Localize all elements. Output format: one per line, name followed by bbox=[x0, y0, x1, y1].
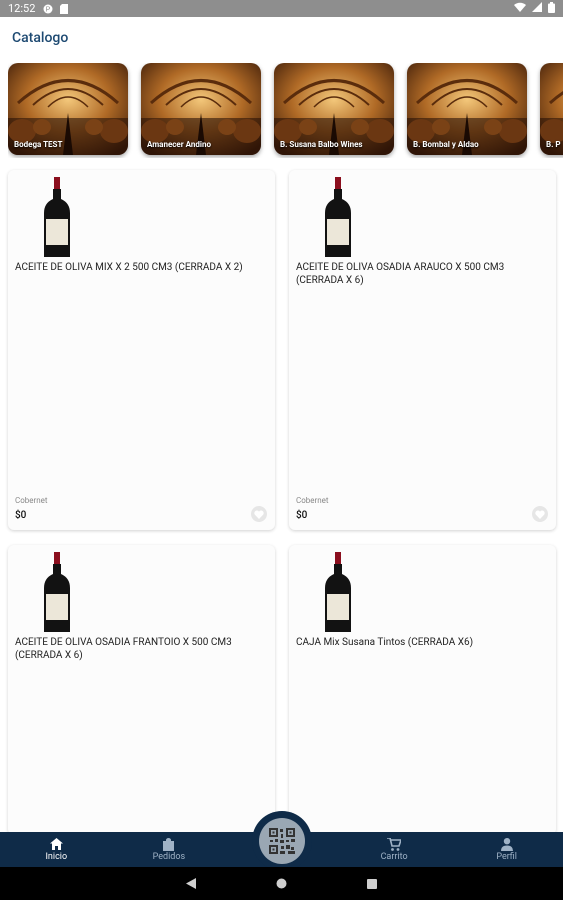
nav-item-perfil[interactable]: Perfil bbox=[450, 832, 563, 867]
qr-scan-button-wrap bbox=[252, 811, 312, 871]
home-circle-icon[interactable] bbox=[276, 874, 287, 893]
wine-bottle-image bbox=[325, 177, 351, 257]
nav-label: Perfil bbox=[496, 852, 517, 862]
favorite-heart-icon[interactable] bbox=[251, 506, 267, 522]
home-icon bbox=[49, 837, 63, 851]
product-card[interactable]: ACEITE DE OLIVA OSADIA FRANTOIO X 500 CM… bbox=[8, 545, 275, 835]
category-label: Amanecer Andino bbox=[147, 140, 212, 149]
product-price: $0 bbox=[296, 510, 308, 521]
qr-code-icon bbox=[269, 828, 295, 854]
favorite-heart-icon[interactable] bbox=[532, 506, 548, 522]
product-card[interactable]: CAJA Mix Susana Tintos (CERRADA X6) bbox=[289, 545, 556, 835]
category-card[interactable]: B. P bbox=[540, 63, 563, 155]
nav-item-carrito[interactable]: Carrito bbox=[338, 832, 451, 867]
category-label: Bodega TEST bbox=[14, 140, 63, 149]
system-navigation-bar bbox=[0, 867, 563, 900]
bag-icon bbox=[163, 837, 175, 851]
sd-card-icon bbox=[59, 3, 69, 14]
nav-label: Carrito bbox=[380, 852, 408, 862]
person-icon bbox=[500, 837, 513, 851]
wifi-icon bbox=[514, 2, 526, 15]
signal-icon bbox=[532, 2, 542, 15]
nav-item-pedidos[interactable]: Pedidos bbox=[113, 832, 226, 867]
category-label: B. Susana Balbo Wines bbox=[280, 140, 363, 149]
product-name: ACEITE DE OLIVA OSADIA ARAUCO X 500 CM3 … bbox=[296, 262, 505, 286]
page-title: Catalogo bbox=[12, 30, 69, 46]
nav-label: Pedidos bbox=[152, 852, 186, 862]
category-carousel[interactable]: Bodega TEST Amanecer Andino B. Susana Ba… bbox=[8, 63, 563, 158]
wine-bottle-image bbox=[44, 177, 70, 257]
back-icon[interactable] bbox=[186, 874, 196, 893]
product-name: CAJA Mix Susana Tintos (CERRADA X6) bbox=[296, 637, 474, 648]
wine-bottle-image bbox=[44, 552, 70, 632]
battery-icon bbox=[548, 1, 555, 16]
app-notification-icon: P bbox=[43, 4, 53, 14]
product-card[interactable]: ACEITE DE OLIVA MIX X 2 500 CM3 (CERRADA… bbox=[8, 170, 275, 530]
category-card[interactable]: B. Bombal y Aldao bbox=[407, 63, 527, 155]
status-bar: 12:52 P bbox=[0, 0, 563, 17]
product-price: $0 bbox=[15, 510, 27, 521]
category-card[interactable]: Bodega TEST bbox=[8, 63, 128, 155]
product-name: ACEITE DE OLIVA OSADIA FRANTOIO X 500 CM… bbox=[15, 637, 232, 661]
category-label: B. P bbox=[546, 140, 561, 149]
qr-scan-button[interactable] bbox=[259, 818, 305, 864]
cart-icon bbox=[387, 837, 402, 851]
product-name: ACEITE DE OLIVA MIX X 2 500 CM3 (CERRADA… bbox=[15, 262, 243, 273]
nav-label: Inicio bbox=[45, 852, 68, 862]
category-card[interactable]: B. Susana Balbo Wines bbox=[274, 63, 394, 155]
category-card[interactable]: Amanecer Andino bbox=[141, 63, 261, 155]
product-varietal: Cobernet bbox=[15, 496, 48, 505]
svg-text:P: P bbox=[46, 6, 51, 13]
recents-icon[interactable] bbox=[367, 874, 377, 893]
product-varietal: Cobernet bbox=[296, 496, 329, 505]
status-time: 12:52 bbox=[8, 2, 36, 15]
wine-bottle-image bbox=[325, 552, 351, 632]
product-card[interactable]: ACEITE DE OLIVA OSADIA ARAUCO X 500 CM3 … bbox=[289, 170, 556, 530]
category-label: B. Bombal y Aldao bbox=[413, 140, 479, 149]
nav-item-inicio[interactable]: Inicio bbox=[0, 832, 113, 867]
